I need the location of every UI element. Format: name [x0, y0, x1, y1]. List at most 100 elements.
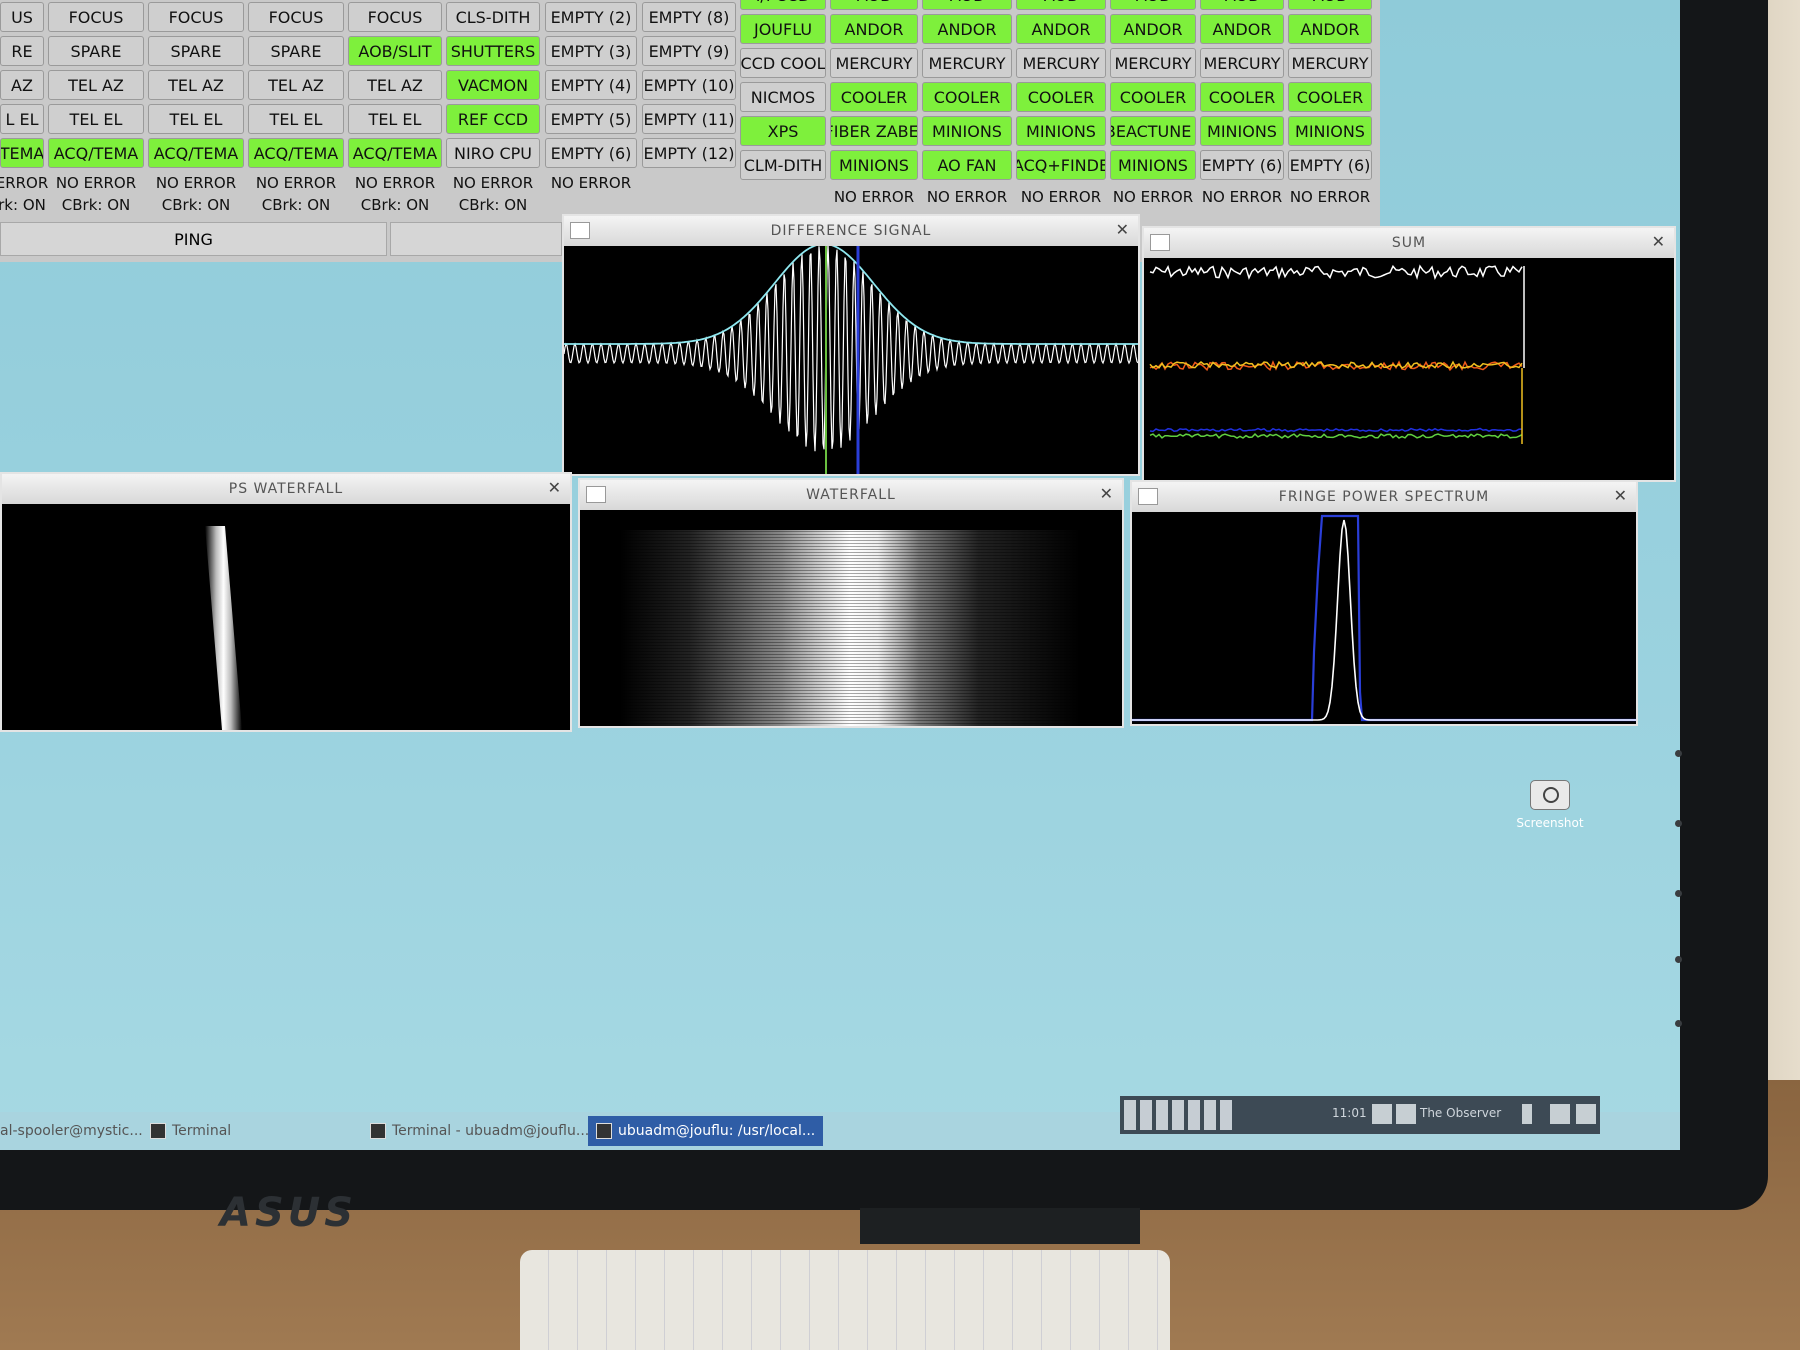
status-cell[interactable]: EMPTY (3): [545, 36, 637, 66]
network-icon[interactable]: [1372, 1104, 1392, 1124]
difference-signal-window[interactable]: DIFFERENCE SIGNAL ✕: [562, 214, 1140, 476]
status-cell[interactable]: TEL AZ: [348, 70, 442, 100]
status-cell[interactable]: REF CCD: [446, 104, 540, 134]
status-cell[interactable]: TEL AZ: [148, 70, 244, 100]
status-cell[interactable]: FOCUS: [248, 2, 344, 32]
status-cell[interactable]: ANDOR: [1016, 14, 1106, 44]
status-cell[interactable]: TEL EL: [248, 104, 344, 134]
status-cell[interactable]: SPARE: [248, 36, 344, 66]
status-cell[interactable]: FIBER ZABEI: [830, 116, 918, 146]
taskbar-item[interactable]: Terminal - ubuadm@jouflu...: [370, 1116, 589, 1146]
status-cell[interactable]: MERCURY: [1288, 48, 1372, 78]
window-titlebar[interactable]: SUM ✕: [1144, 228, 1674, 258]
status-cell[interactable]: EMPTY (12): [642, 138, 736, 168]
status-cell[interactable]: MINIONS: [830, 150, 918, 180]
status-cell[interactable]: AOB: [830, 0, 918, 10]
status-cell[interactable]: SPARE: [48, 36, 144, 66]
update-icon[interactable]: [1396, 1104, 1416, 1124]
close-icon[interactable]: ✕: [1116, 220, 1130, 239]
status-cell[interactable]: AOB: [1288, 0, 1372, 10]
status-cell[interactable]: BEACTUNE I: [1110, 116, 1196, 146]
close-icon[interactable]: ✕: [1100, 484, 1114, 503]
status-cell[interactable]: FOCUS: [348, 2, 442, 32]
status-cell[interactable]: CCD COOL: [740, 48, 826, 78]
status-cell[interactable]: AOB: [922, 0, 1012, 10]
window-menu-icon[interactable]: [586, 486, 606, 503]
window-menu-icon[interactable]: [1138, 488, 1158, 505]
taskbar-item[interactable]: ubuadm@jouflu: /usr/local...: [588, 1116, 824, 1146]
status-cell[interactable]: RE: [0, 36, 44, 66]
status-cell[interactable]: L EL: [0, 104, 44, 134]
status-cell[interactable]: MERCURY: [922, 48, 1012, 78]
status-cell[interactable]: ANDOR: [1288, 14, 1372, 44]
status-cell[interactable]: EMPTY (5): [545, 104, 637, 134]
ps-waterfall-window[interactable]: PS WATERFALL ✕: [0, 472, 572, 732]
status-cell[interactable]: ACQ/TEMA: [348, 138, 442, 168]
status-cell[interactable]: ANDOR: [1110, 14, 1196, 44]
status-cell[interactable]: COOLER: [922, 82, 1012, 112]
close-icon[interactable]: ✕: [548, 478, 562, 497]
status-cell[interactable]: AOB: [1016, 0, 1106, 10]
status-cell[interactable]: EMPTY (9): [642, 36, 736, 66]
status-cell[interactable]: XPS: [740, 116, 826, 146]
waterfall-window[interactable]: WATERFALL ✕: [578, 478, 1124, 728]
ping-secondary-button[interactable]: [390, 222, 562, 256]
status-cell[interactable]: TEL AZ: [48, 70, 144, 100]
status-cell[interactable]: ACQ+FINDE: [1016, 150, 1106, 180]
workspace-pager[interactable]: [1124, 1100, 1232, 1130]
status-cell[interactable]: TEL EL: [348, 104, 442, 134]
window-titlebar[interactable]: WATERFALL ✕: [580, 480, 1122, 510]
status-cell[interactable]: COOLER: [1200, 82, 1284, 112]
status-cell[interactable]: EMPTY (10): [642, 70, 736, 100]
window-menu-icon[interactable]: [570, 222, 590, 239]
status-cell[interactable]: MERCURY: [830, 48, 918, 78]
status-cell[interactable]: FOCUS: [148, 2, 244, 32]
status-cell[interactable]: CLS-DITH: [446, 2, 540, 32]
status-cell[interactable]: TEL AZ: [248, 70, 344, 100]
status-cell[interactable]: MINIONS: [1110, 150, 1196, 180]
status-cell[interactable]: ANDOR: [1200, 14, 1284, 44]
status-cell[interactable]: TEMA: [0, 138, 44, 168]
status-cell[interactable]: AOB: [1200, 0, 1284, 10]
status-cell[interactable]: ACQ/TEMA: [148, 138, 244, 168]
status-cell[interactable]: EMPTY (6): [1200, 150, 1284, 180]
status-cell[interactable]: AOB/SLIT: [348, 36, 442, 66]
status-cell[interactable]: SPARE: [148, 36, 244, 66]
window-titlebar[interactable]: PS WATERFALL ✕: [2, 474, 570, 504]
window-menu-icon[interactable]: [1150, 234, 1170, 251]
window-titlebar[interactable]: DIFFERENCE SIGNAL ✕: [564, 216, 1138, 246]
status-cell[interactable]: TEL EL: [48, 104, 144, 134]
sum-window[interactable]: SUM ✕: [1142, 226, 1676, 482]
status-cell[interactable]: AOB: [1110, 0, 1196, 10]
status-cell[interactable]: EMPTY (4): [545, 70, 637, 100]
status-cell[interactable]: ACQ/TEMA: [48, 138, 144, 168]
status-cell[interactable]: NICMOS: [740, 82, 826, 112]
status-cell[interactable]: MERCURY: [1110, 48, 1196, 78]
screenshot-desktop-icon[interactable]: Screenshot: [1515, 780, 1585, 830]
status-cell[interactable]: AZ: [0, 70, 44, 100]
status-cell[interactable]: VACMON: [446, 70, 540, 100]
status-cell[interactable]: US: [0, 2, 44, 32]
status-cell[interactable]: AO FAN: [922, 150, 1012, 180]
status-cell[interactable]: JOUFLU: [740, 14, 826, 44]
status-cell[interactable]: ANDOR: [922, 14, 1012, 44]
window-titlebar[interactable]: FRINGE POWER SPECTRUM ✕: [1132, 482, 1636, 512]
status-cell[interactable]: MINIONS: [1016, 116, 1106, 146]
status-cell[interactable]: COOLER: [830, 82, 918, 112]
status-cell[interactable]: EMPTY (11): [642, 104, 736, 134]
status-cell[interactable]: CLM-DITH: [740, 150, 826, 180]
status-cell[interactable]: EMPTY (6): [545, 138, 637, 168]
status-cell[interactable]: FOCUS: [48, 2, 144, 32]
status-cell[interactable]: EMPTY (2): [545, 2, 637, 32]
status-cell[interactable]: I/I CCD: [740, 0, 826, 10]
status-cell[interactable]: EMPTY (8): [642, 2, 736, 32]
close-icon[interactable]: ✕: [1614, 486, 1628, 505]
status-cell[interactable]: COOLER: [1288, 82, 1372, 112]
status-cell[interactable]: EMPTY (6): [1288, 150, 1372, 180]
volume-icon[interactable]: [1550, 1104, 1570, 1124]
status-cell[interactable]: MINIONS: [1200, 116, 1284, 146]
status-cell[interactable]: COOLER: [1016, 82, 1106, 112]
status-cell[interactable]: ACQ/TEMA: [248, 138, 344, 168]
status-cell[interactable]: COOLER: [1110, 82, 1196, 112]
fringe-power-spectrum-window[interactable]: FRINGE POWER SPECTRUM ✕: [1130, 480, 1638, 726]
